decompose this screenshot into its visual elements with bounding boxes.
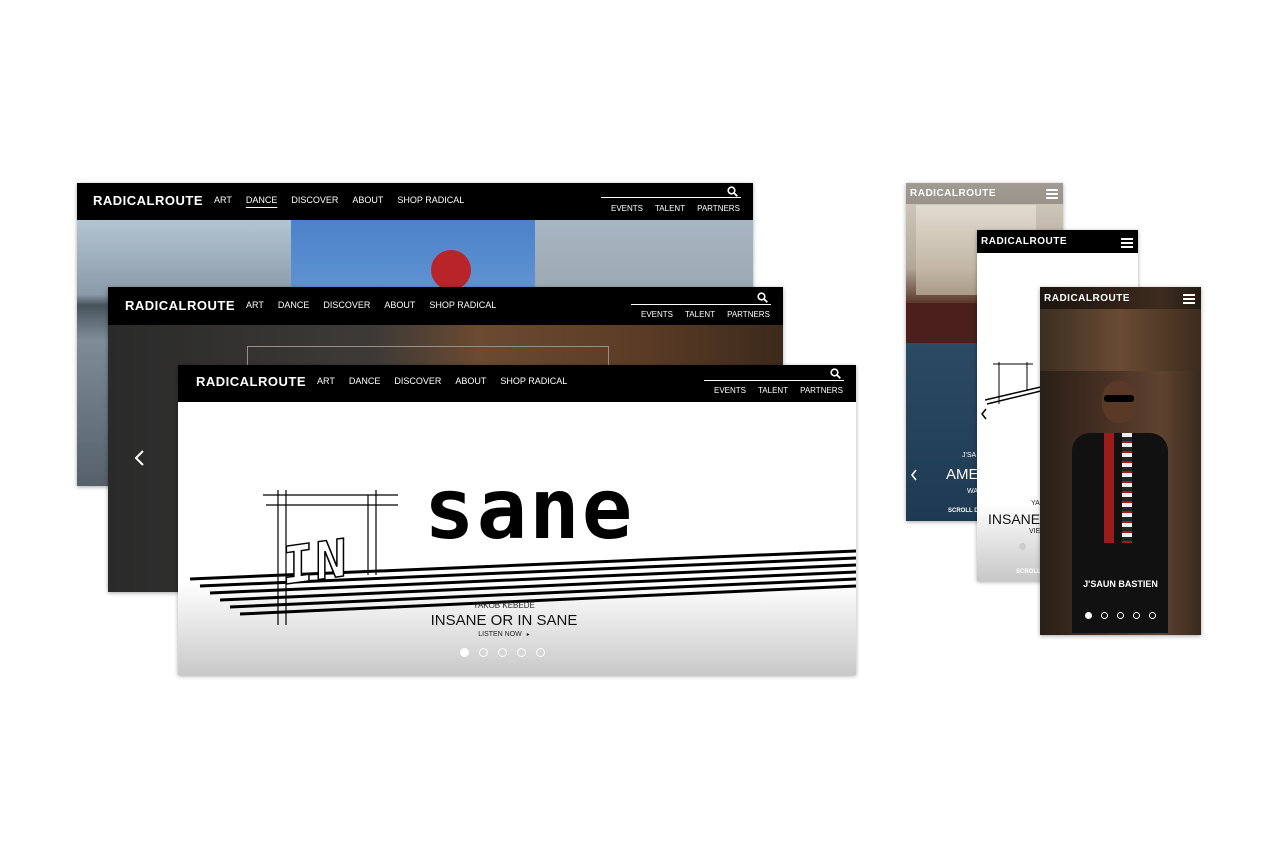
main-menu: ART DANCE DISCOVER ABOUT SHOP RADICAL xyxy=(246,300,510,310)
carousel-dot[interactable] xyxy=(1019,543,1026,550)
sub-talent[interactable]: TALENT xyxy=(655,204,685,213)
artwork-in-small xyxy=(985,362,1045,405)
menu-icon[interactable] xyxy=(1046,189,1058,201)
hero-title: INSANE OR IN SANE xyxy=(430,612,578,629)
carousel-dot[interactable] xyxy=(1085,612,1092,619)
dancer-figure xyxy=(431,250,471,290)
nav-about[interactable]: ABOUT xyxy=(455,376,486,386)
nav-discover[interactable]: DISCOVER xyxy=(323,300,370,310)
sub-talent[interactable]: TALENT xyxy=(758,386,788,395)
mobile-preview-c: RADICALROUTE J'SAUN BASTIEN xyxy=(1040,287,1201,635)
chevron-left-icon[interactable] xyxy=(910,469,918,481)
main-menu: ART DANCE DISCOVER ABOUT SHOP RADICAL xyxy=(317,376,581,386)
search-icon[interactable] xyxy=(727,186,738,197)
mobile-title: AME xyxy=(946,466,979,483)
sub-events[interactable]: EVENTS xyxy=(611,204,643,213)
sub-partners[interactable]: PARTNERS xyxy=(727,310,770,319)
menu-icon[interactable] xyxy=(1183,294,1195,306)
carousel-dots xyxy=(1085,612,1156,619)
main-menu: ART DANCE DISCOVER ABOUT SHOP RADICAL xyxy=(214,195,478,205)
carousel-dots xyxy=(1019,543,1026,550)
hero-artist: YAKOB KEBEDE xyxy=(473,601,535,610)
desktop-preview-insane: RADICALROUTE ART DANCE DISCOVER ABOUT SH… xyxy=(178,365,856,675)
sub-menu: EVENTS TALENT PARTNERS xyxy=(702,386,843,395)
logo[interactable]: RADICALROUTE xyxy=(196,374,306,389)
top-nav: RADICALROUTE xyxy=(977,230,1138,253)
portrait-caption: J'SAUN BASTIEN xyxy=(1083,579,1158,589)
artwork-word-in: IN xyxy=(281,528,349,599)
carousel-dot[interactable] xyxy=(517,648,526,657)
nav-about[interactable]: ABOUT xyxy=(352,195,383,205)
nav-art[interactable]: ART xyxy=(246,300,264,310)
logo[interactable]: RADICALROUTE xyxy=(125,298,235,313)
sub-menu: EVENTS TALENT PARTNERS xyxy=(599,204,740,213)
mobile-title: INSANE xyxy=(988,511,1041,527)
portrait-background-top xyxy=(1040,309,1201,371)
sub-menu: EVENTS TALENT PARTNERS xyxy=(629,310,770,319)
logo[interactable]: RADICALROUTE xyxy=(93,193,203,208)
carousel-dot[interactable] xyxy=(1101,612,1108,619)
nav-about[interactable]: ABOUT xyxy=(384,300,415,310)
chevron-left-icon[interactable] xyxy=(980,408,988,420)
search-icon[interactable] xyxy=(830,368,841,379)
search-input[interactable] xyxy=(704,380,844,381)
search-input[interactable] xyxy=(601,197,741,198)
caret-right-icon: ▸ xyxy=(526,632,530,638)
logo[interactable]: RADICALROUTE xyxy=(1044,293,1130,304)
mobile-scroll-hint: SCROLL xyxy=(1016,569,1041,575)
menu-icon[interactable] xyxy=(1121,238,1133,250)
portrait-scarf-right xyxy=(1122,433,1132,543)
sub-talent[interactable]: TALENT xyxy=(685,310,715,319)
portrait-torso xyxy=(1072,433,1168,633)
album-artwork: IN sane xyxy=(178,467,856,635)
hero-cta[interactable]: LISTEN NOW ▸ xyxy=(178,631,830,638)
search-input[interactable] xyxy=(631,304,771,305)
mobile-artist: J'SA xyxy=(962,452,977,459)
portrait-figure xyxy=(1054,371,1184,635)
nav-dance[interactable]: DANCE xyxy=(246,195,278,205)
carousel-dot[interactable] xyxy=(1117,612,1124,619)
nav-discover[interactable]: DISCOVER xyxy=(394,376,441,386)
carousel-dot[interactable] xyxy=(498,648,507,657)
nav-dance[interactable]: DANCE xyxy=(278,300,310,310)
nav-shop[interactable]: SHOP RADICAL xyxy=(500,376,567,386)
search-icon[interactable] xyxy=(757,292,768,303)
mobile-artist: YA xyxy=(1031,500,1040,507)
top-nav: RADICALROUTE ART DANCE DISCOVER ABOUT SH… xyxy=(77,183,753,220)
sub-events[interactable]: EVENTS xyxy=(641,310,673,319)
nav-dance[interactable]: DANCE xyxy=(349,376,381,386)
top-nav: RADICALROUTE xyxy=(1040,287,1201,309)
nav-discover[interactable]: DISCOVER xyxy=(291,195,338,205)
chevron-left-icon[interactable] xyxy=(132,449,146,467)
carousel-dot[interactable] xyxy=(536,648,545,657)
carousel-dot[interactable] xyxy=(460,648,469,657)
sub-partners[interactable]: PARTNERS xyxy=(697,204,740,213)
top-nav: RADICALROUTE ART DANCE DISCOVER ABOUT SH… xyxy=(178,365,856,402)
sub-events[interactable]: EVENTS xyxy=(714,386,746,395)
portrait-sunglasses xyxy=(1104,395,1134,402)
mobile-scroll-hint: SCROLL D xyxy=(948,508,979,514)
nav-shop[interactable]: SHOP RADICAL xyxy=(397,195,464,205)
nav-shop[interactable]: SHOP RADICAL xyxy=(429,300,496,310)
logo[interactable]: RADICALROUTE xyxy=(981,236,1067,247)
nav-art[interactable]: ART xyxy=(214,195,232,205)
top-nav: RADICALROUTE ART DANCE DISCOVER ABOUT SH… xyxy=(108,287,783,325)
carousel-dot[interactable] xyxy=(479,648,488,657)
artwork-word-sane: sane xyxy=(424,460,635,558)
nav-art[interactable]: ART xyxy=(317,376,335,386)
sub-partners[interactable]: PARTNERS xyxy=(800,386,843,395)
portrait-scarf-left xyxy=(1104,433,1114,543)
carousel-dot[interactable] xyxy=(1149,612,1156,619)
listen-now-link[interactable]: LISTEN NOW xyxy=(478,631,522,638)
carousel-dots xyxy=(460,648,545,657)
mobile-sub: VIE xyxy=(1029,528,1041,535)
carousel-dot[interactable] xyxy=(1133,612,1140,619)
logo[interactable]: RADICALROUTE xyxy=(910,188,996,199)
portrait-head xyxy=(1102,381,1136,423)
top-nav: RADICALROUTE xyxy=(906,183,1063,204)
